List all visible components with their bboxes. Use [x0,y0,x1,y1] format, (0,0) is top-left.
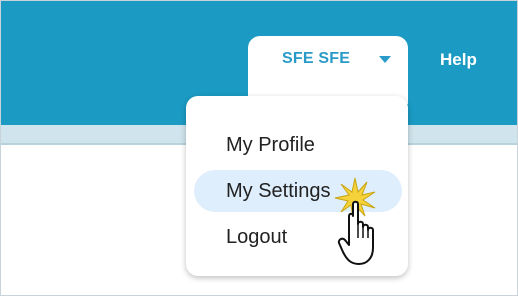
menu-item-my-profile[interactable]: My Profile [194,124,402,166]
help-link[interactable]: Help [440,50,477,70]
hand-pointer-cursor-icon [334,177,376,265]
chevron-down-icon[interactable] [379,56,391,63]
user-menu-toggle[interactable]: SFE SFE [282,50,350,68]
